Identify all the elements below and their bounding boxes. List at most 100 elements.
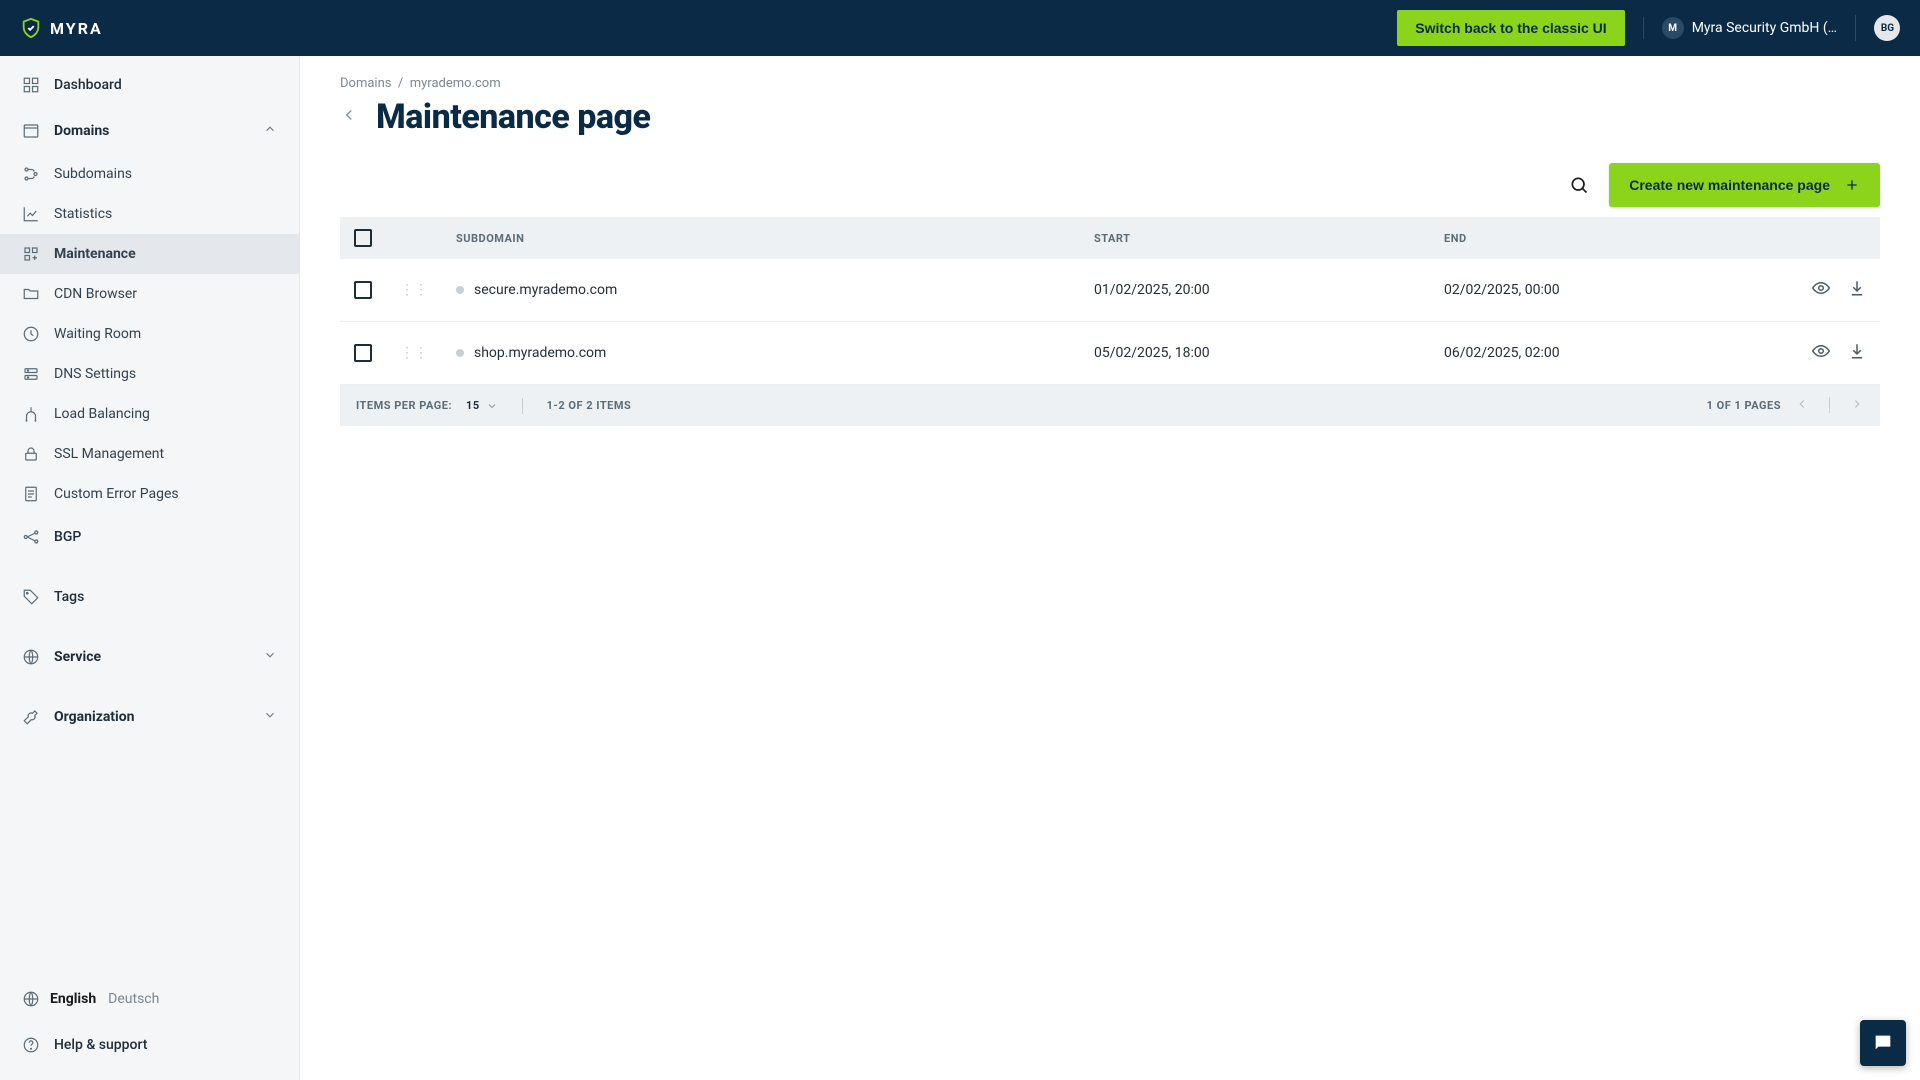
language-switcher[interactable]: English Deutsch: [0, 976, 299, 1022]
sidebar-item-label: Domains: [54, 123, 109, 139]
prev-page-button[interactable]: [1795, 397, 1809, 414]
sidebar-item-load-balancing[interactable]: Load Balancing: [0, 394, 299, 434]
sidebar-item-dashboard[interactable]: Dashboard: [0, 62, 299, 108]
eye-icon: [1812, 342, 1830, 360]
search-button[interactable]: [1565, 171, 1593, 199]
breadcrumb-domains[interactable]: Domains: [340, 76, 391, 91]
row-checkbox[interactable]: [354, 281, 372, 299]
table-footer: ITEMS PER PAGE: 15 1-2 OF 2 ITEMS 1 OF 1…: [340, 385, 1880, 426]
main-content: Domains / myrademo.com Maintenance page …: [300, 56, 1920, 1080]
create-maintenance-page-button[interactable]: Create new maintenance page: [1609, 163, 1880, 207]
tag-icon: [22, 588, 40, 606]
chevron-up-icon: [263, 122, 277, 140]
items-per-page-label: ITEMS PER PAGE:: [356, 399, 452, 412]
chevron-down-icon: [263, 648, 277, 666]
sidebar-item-label: SSL Management: [54, 446, 164, 462]
lang-deutsch[interactable]: Deutsch: [108, 991, 159, 1007]
sidebar-item-subdomains[interactable]: Subdomains: [0, 154, 299, 194]
create-button-label: Create new maintenance page: [1629, 177, 1830, 193]
brand-text: MYRA: [50, 19, 103, 38]
sidebar-item-label: Organization: [54, 709, 135, 725]
globe-icon: [22, 648, 40, 666]
cell-start: 05/02/2025, 18:00: [1080, 322, 1430, 385]
user-avatar: BG: [1874, 15, 1900, 41]
help-icon: [22, 1036, 40, 1054]
cell-start: 01/02/2025, 20:00: [1080, 259, 1430, 322]
user-menu[interactable]: BG: [1855, 15, 1900, 41]
row-checkbox[interactable]: [354, 344, 372, 362]
chevron-left-icon: [340, 106, 358, 124]
sidebar-item-label: Subdomains: [54, 166, 132, 182]
download-button[interactable]: [1848, 342, 1866, 364]
network-icon: [22, 528, 40, 546]
wrench-icon: [22, 708, 40, 726]
view-button[interactable]: [1812, 279, 1830, 301]
sidebar-item-custom-error-pages[interactable]: Custom Error Pages: [0, 474, 299, 514]
download-icon: [1848, 279, 1866, 297]
brand-area: MYRA: [20, 17, 103, 39]
eye-icon: [1812, 279, 1830, 297]
column-header-subdomain[interactable]: SUBDOMAIN: [442, 217, 1080, 259]
org-name: Myra Security GmbH (…: [1692, 20, 1837, 36]
plus-icon: [1844, 177, 1860, 193]
sidebar-item-cdn-browser[interactable]: CDN Browser: [0, 274, 299, 314]
lock-icon: [22, 445, 40, 463]
sidebar-item-bgp[interactable]: BGP: [0, 514, 299, 560]
page-icon: [22, 485, 40, 503]
arrow-left-icon: [1795, 397, 1809, 411]
view-button[interactable]: [1812, 342, 1830, 364]
sidebar-item-organization[interactable]: Organization: [0, 694, 299, 740]
download-button[interactable]: [1848, 279, 1866, 301]
sidebar-item-tags[interactable]: Tags: [0, 574, 299, 620]
shield-icon: [20, 17, 42, 39]
chart-icon: [22, 205, 40, 223]
lang-english[interactable]: English: [50, 991, 96, 1007]
next-page-button[interactable]: [1850, 397, 1864, 414]
drag-handle-icon[interactable]: ⋮⋮: [400, 345, 428, 361]
page-count-text: 1 OF 1 PAGES: [1707, 399, 1781, 412]
maintenance-icon: [22, 245, 40, 263]
sidebar-item-statistics[interactable]: Statistics: [0, 194, 299, 234]
chevron-down-icon: [263, 708, 277, 726]
drag-handle-icon[interactable]: ⋮⋮: [400, 282, 428, 298]
items-per-page-select[interactable]: 15: [466, 399, 498, 412]
sidebar-item-label: Service: [54, 649, 101, 665]
breadcrumb-current: myrademo.com: [410, 76, 501, 91]
arrow-right-icon: [1850, 397, 1864, 411]
column-header-end[interactable]: END: [1430, 217, 1780, 259]
cell-subdomain: shop.myrademo.com: [474, 345, 606, 361]
sidebar-item-label: Tags: [54, 589, 84, 605]
brand-logo[interactable]: MYRA: [20, 17, 103, 39]
sidebar-item-label: BGP: [54, 529, 81, 545]
back-button[interactable]: [340, 106, 358, 128]
sidebar-item-label: Statistics: [54, 206, 112, 222]
breadcrumb: Domains / myrademo.com: [340, 76, 1880, 91]
sidebar-item-dns-settings[interactable]: DNS Settings: [0, 354, 299, 394]
items-per-page-value: 15: [466, 399, 480, 412]
chat-widget-button[interactable]: [1860, 1020, 1906, 1066]
cell-subdomain: secure.myrademo.com: [474, 282, 617, 298]
header-right: Switch back to the classic UI M Myra Sec…: [1397, 10, 1900, 46]
org-avatar: M: [1662, 17, 1684, 39]
sidebar-item-help[interactable]: Help & support: [0, 1022, 299, 1068]
select-all-checkbox[interactable]: [354, 229, 372, 247]
chat-icon: [1872, 1032, 1894, 1054]
switch-classic-ui-button[interactable]: Switch back to the classic UI: [1397, 10, 1624, 46]
window-icon: [22, 122, 40, 140]
sidebar-item-label: Waiting Room: [54, 326, 141, 342]
clock-icon: [22, 325, 40, 343]
sidebar-item-domains[interactable]: Domains: [0, 108, 299, 154]
sidebar-item-maintenance[interactable]: Maintenance: [0, 234, 299, 274]
separator: [1829, 397, 1830, 413]
status-dot-icon: [456, 286, 464, 294]
sidebar-item-ssl-management[interactable]: SSL Management: [0, 434, 299, 474]
page-title: Maintenance page: [376, 97, 650, 137]
sidebar-footer: English Deutsch Help & support: [0, 968, 299, 1080]
chevron-down-icon: [486, 400, 498, 412]
subdomains-icon: [22, 165, 40, 183]
sidebar-item-label: Load Balancing: [54, 406, 150, 422]
column-header-start[interactable]: START: [1080, 217, 1430, 259]
organization-switcher[interactable]: M Myra Security GmbH (…: [1643, 17, 1837, 39]
sidebar-item-service[interactable]: Service: [0, 634, 299, 680]
sidebar-item-waiting-room[interactable]: Waiting Room: [0, 314, 299, 354]
